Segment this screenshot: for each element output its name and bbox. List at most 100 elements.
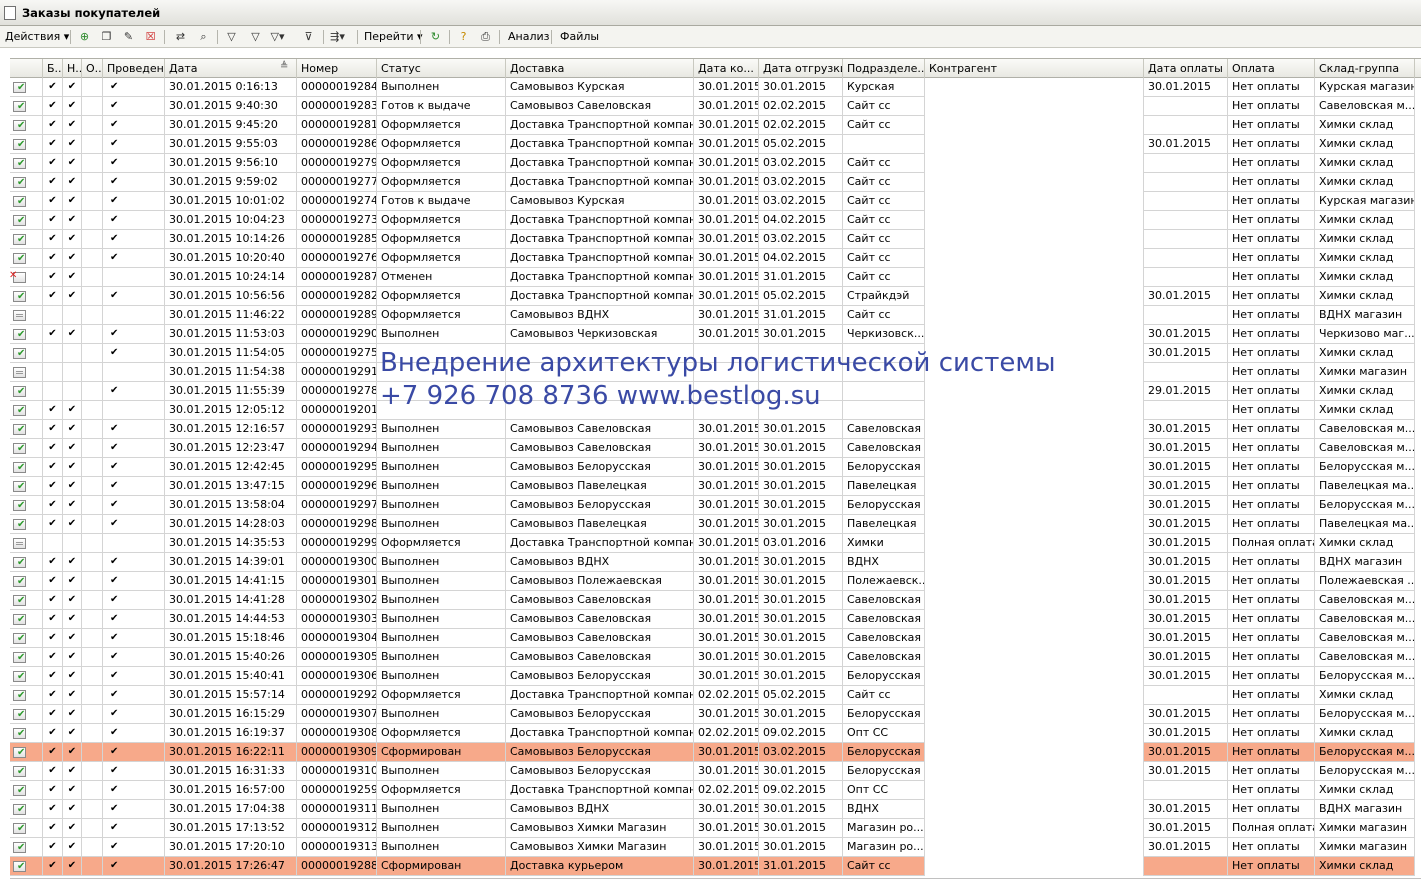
cell-date: 30.01.2015 14:41:15 xyxy=(165,572,297,591)
cell-warehouse: Химки склад xyxy=(1315,268,1415,287)
hierarchy-icon[interactable]: ⇶▾ xyxy=(330,29,345,44)
table-row[interactable]: ✔✔✔30.01.2015 12:42:4500000019295Выполне… xyxy=(10,458,1421,477)
cell-division: Белорусская xyxy=(843,762,925,781)
cell-n: ✔ xyxy=(63,78,82,97)
table-row[interactable]: ✔✔✔30.01.2015 11:53:0300000019290Выполне… xyxy=(10,325,1421,344)
table-row[interactable]: ✔✔✔30.01.2015 12:23:4700000019294Выполне… xyxy=(10,439,1421,458)
document-icon xyxy=(13,538,26,549)
table-row[interactable]: ✔✔✔30.01.2015 9:40:3000000019283Готов к … xyxy=(10,97,1421,116)
table-row[interactable]: ✔✔✔30.01.2015 15:18:4600000019304Выполне… xyxy=(10,629,1421,648)
table-row[interactable]: ✔✔✔30.01.2015 15:40:2600000019305Выполне… xyxy=(10,648,1421,667)
table-row[interactable]: ✔✔✔30.01.2015 10:20:4000000019276Оформля… xyxy=(10,249,1421,268)
column-header-posted[interactable]: Проведен xyxy=(103,59,165,78)
table-row[interactable]: ✔✔✔30.01.2015 14:28:0300000019298Выполне… xyxy=(10,515,1421,534)
actions-menu[interactable]: Действия ▾ xyxy=(5,28,69,45)
column-header-ship-date[interactable]: Дата отгрузки xyxy=(759,59,843,78)
filter-list-icon[interactable]: ▽ xyxy=(248,29,263,44)
cell-contractor xyxy=(925,629,1144,648)
column-header-division[interactable]: Подразделе... xyxy=(843,59,925,78)
column-header-o[interactable]: О... xyxy=(82,59,103,78)
cell-b xyxy=(43,534,63,553)
table-row[interactable]: ✔✔✔30.01.2015 16:15:2900000019307Выполне… xyxy=(10,705,1421,724)
table-row[interactable]: ✔✔✔30.01.2015 17:04:3800000019311Выполне… xyxy=(10,800,1421,819)
table-row[interactable]: ✔✔✔30.01.2015 16:19:3700000019308Оформля… xyxy=(10,724,1421,743)
table-row[interactable]: ✔✔✔30.01.2015 13:47:1500000019296Выполне… xyxy=(10,477,1421,496)
cell-posted: ✔ xyxy=(103,97,165,116)
column-header-delivery[interactable]: Доставка xyxy=(506,59,694,78)
cell-o xyxy=(82,363,103,382)
cell-posted: ✔ xyxy=(103,724,165,743)
cell-ship-date: 30.01.2015 xyxy=(759,515,843,534)
table-row[interactable]: ✔✔✔30.01.2015 17:13:5200000019312Выполне… xyxy=(10,819,1421,838)
table-row[interactable]: ✔✔✔30.01.2015 0:16:1300000019284Выполнен… xyxy=(10,78,1421,97)
print-icon[interactable]: ⎙ xyxy=(478,29,493,44)
table-row[interactable]: ✔✔✔30.01.2015 16:31:3300000019310Выполне… xyxy=(10,762,1421,781)
table-row[interactable]: ✔✔✔30.01.2015 9:59:0200000019277Оформляе… xyxy=(10,173,1421,192)
help-icon[interactable]: ? xyxy=(456,29,471,44)
cell-contractor xyxy=(925,154,1144,173)
column-header-date-ko[interactable]: Дата ко... xyxy=(694,59,759,78)
refresh-list-icon[interactable]: ⇄ xyxy=(173,29,188,44)
cell-date: 30.01.2015 11:54:05 xyxy=(165,344,297,363)
table-row[interactable]: ✔✔✔30.01.2015 16:22:1100000019309Сформир… xyxy=(10,743,1421,762)
table-row[interactable]: ✔✔✔30.01.2015 15:57:1400000019292Оформля… xyxy=(10,686,1421,705)
table-row[interactable]: 30.01.2015 11:46:22 00000019289 Оформляетс… xyxy=(10,306,1421,325)
table-row[interactable]: ✔✔✔30.01.2015 9:45:2000000019281Оформляе… xyxy=(10,116,1421,135)
column-header-payment[interactable]: Оплата xyxy=(1228,59,1315,78)
table-row[interactable]: ✔✔✔30.01.2015 15:40:4100000019306Выполне… xyxy=(10,667,1421,686)
cell-b xyxy=(43,382,63,401)
cell-ship-date: 30.01.2015 xyxy=(759,648,843,667)
table-row[interactable]: ✔✔✔30.01.2015 9:55:0300000019286Оформляе… xyxy=(10,135,1421,154)
column-header-icon[interactable] xyxy=(10,59,43,78)
table-row[interactable]: ✔✔✔30.01.2015 12:16:5700000019293Выполне… xyxy=(10,420,1421,439)
goto-menu[interactable]: Перейти ▾ xyxy=(364,28,423,45)
table-row[interactable]: ✔✔✔30.01.2015 14:41:2800000019302Выполне… xyxy=(10,591,1421,610)
column-header-n[interactable]: Н... xyxy=(63,59,82,78)
analysis-button[interactable]: Анализ xyxy=(508,28,550,45)
document-icon xyxy=(4,6,16,20)
table-row[interactable]: 30.01.2015 14:35:53 00000019299 Оформляетс… xyxy=(10,534,1421,553)
refresh-icon[interactable]: ↻ xyxy=(428,29,443,44)
table-row[interactable]: ✔✔✔30.01.2015 14:41:1500000019301Выполне… xyxy=(10,572,1421,591)
table-row[interactable]: ✔✔✔30.01.2015 10:04:2300000019273Оформля… xyxy=(10,211,1421,230)
column-header-b[interactable]: Б... xyxy=(43,59,63,78)
cell-posted: ✔ xyxy=(103,553,165,572)
table-row[interactable]: ✔✔✔30.01.2015 9:56:1000000019279Оформляе… xyxy=(10,154,1421,173)
table-row[interactable]: ✔✔✔30.01.2015 10:56:5600000019282Оформля… xyxy=(10,287,1421,306)
cell-status: Оформляется xyxy=(377,249,506,268)
cell-date-ko: 30.01.2015 xyxy=(694,78,759,97)
column-header-status[interactable]: Статус xyxy=(377,59,506,78)
cell-payment: Нет оплаты xyxy=(1228,838,1315,857)
column-header-contractor[interactable]: Контрагент xyxy=(925,59,1144,78)
table-row[interactable]: ✔✔✔30.01.2015 17:26:4700000019288Сформир… xyxy=(10,857,1421,876)
delete-icon[interactable]: ☒ xyxy=(143,29,158,44)
cell-b xyxy=(43,363,63,382)
table-row[interactable]: ✔✔✔30.01.2015 16:57:0000000019259Оформля… xyxy=(10,781,1421,800)
cell-o xyxy=(82,572,103,591)
table-row[interactable]: ✔✔✔30.01.2015 13:58:0400000019297Выполне… xyxy=(10,496,1421,515)
files-button[interactable]: Файлы xyxy=(560,28,599,45)
filter-icon[interactable]: ▽ xyxy=(224,29,239,44)
table-row[interactable]: ✔✔ 30.01.2015 10:24:1400000019287ОтмененД… xyxy=(10,268,1421,287)
cell-division: Курская xyxy=(843,78,925,97)
table-row[interactable]: ✔✔✔30.01.2015 10:14:2600000019285Оформля… xyxy=(10,230,1421,249)
cell-pay-date: 30.01.2015 xyxy=(1144,496,1228,515)
filter-clear-icon[interactable]: ⊽ xyxy=(301,29,316,44)
column-header-date[interactable]: Дата xyxy=(165,59,297,78)
search-icon[interactable]: ⌕ xyxy=(196,29,211,44)
column-header-pay-date[interactable]: Дата оплаты xyxy=(1144,59,1228,78)
table-row[interactable]: ✔✔✔30.01.2015 14:39:0100000019300Выполне… xyxy=(10,553,1421,572)
cell-warehouse: ВДНХ магазин xyxy=(1315,553,1415,572)
filter-select-icon[interactable]: ▽▾ xyxy=(270,29,285,44)
table-row[interactable]: ✔✔✔30.01.2015 14:44:5300000019303Выполне… xyxy=(10,610,1421,629)
cell-date: 30.01.2015 16:57:00 xyxy=(165,781,297,800)
copy-icon[interactable]: ❐ xyxy=(99,29,114,44)
cell-n: ✔ xyxy=(63,781,82,800)
edit-icon[interactable]: ✎ xyxy=(121,29,136,44)
table-row[interactable]: ✔✔✔30.01.2015 17:20:1000000019313Выполне… xyxy=(10,838,1421,857)
cell-status: Выполнен xyxy=(377,458,506,477)
table-row[interactable]: ✔✔✔30.01.2015 10:01:0200000019274Готов к… xyxy=(10,192,1421,211)
column-header-number[interactable]: Номер xyxy=(297,59,377,78)
column-header-warehouse[interactable]: Склад-группа xyxy=(1315,59,1415,78)
add-icon[interactable]: ⊕ xyxy=(77,29,92,44)
